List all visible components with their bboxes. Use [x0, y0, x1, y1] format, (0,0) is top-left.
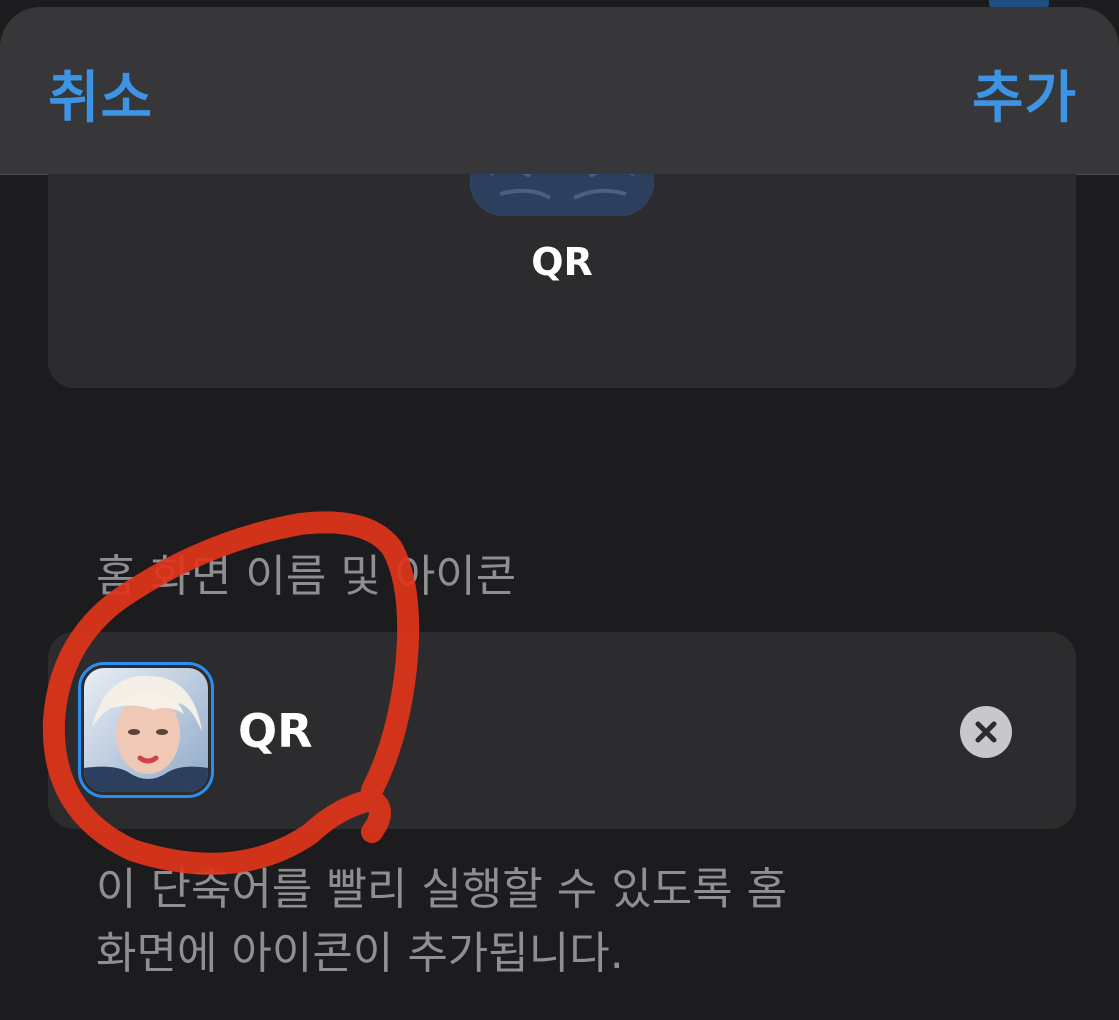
icon-picker[interactable]	[78, 662, 214, 798]
portrait-icon	[470, 174, 654, 216]
footer-line: 이 단축어를 빨리 실행할 수 있도록 홈	[96, 864, 788, 915]
home-screen-name-row: QR	[48, 632, 1076, 829]
clear-icon[interactable]	[960, 706, 1012, 758]
home-screen-preview-card: QR	[48, 174, 1076, 388]
navigation-bar: 취소 추가	[0, 7, 1119, 175]
add-button[interactable]: 추가	[972, 53, 1077, 134]
section-header: 홈 화면 이름 및 아이콘	[96, 551, 517, 602]
footer-description: 이 단축어를 빨리 실행할 수 있도록 홈 화면에 아이콘이 추가됩니다.	[96, 858, 976, 986]
footer-line: 화면에 아이콘이 추가됩니다.	[96, 928, 624, 979]
preview-label: QR	[531, 240, 593, 284]
shortcut-name-field[interactable]: QR	[238, 704, 313, 758]
add-to-home-screen-sheet: 취소 추가 QR 홈 화면 이름 및 아이콘 QR 이 단축어를 빨리 실행할 …	[0, 0, 1119, 1020]
portrait-icon	[84, 668, 208, 792]
cancel-button[interactable]: 취소	[48, 53, 153, 134]
